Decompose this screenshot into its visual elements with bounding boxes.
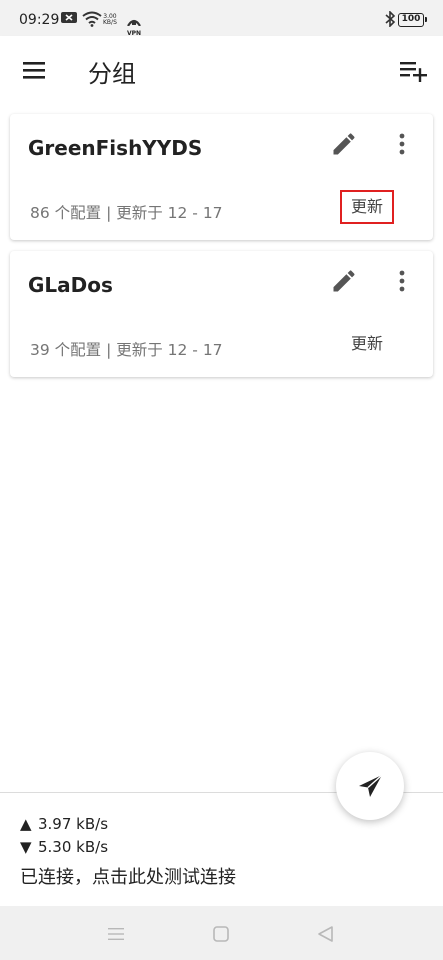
upload-speed: 3.97 kB/s bbox=[38, 815, 109, 833]
playlist-add-icon bbox=[400, 62, 427, 83]
group-meta: 39 个配置 | 更新于 12 - 17 bbox=[30, 341, 223, 359]
nav-back-button[interactable] bbox=[316, 924, 336, 944]
wifi-icon bbox=[82, 11, 102, 27]
net-speed-indicator: 3.00 KB/S bbox=[103, 14, 117, 26]
nav-home-button[interactable] bbox=[211, 924, 231, 944]
group-meta: 86 个配置 | 更新于 12 - 17 bbox=[30, 204, 223, 222]
more-options-button[interactable] bbox=[392, 130, 412, 158]
add-group-button[interactable] bbox=[399, 58, 429, 83]
edit-group-button[interactable] bbox=[330, 130, 358, 158]
pencil-icon bbox=[333, 270, 355, 292]
status-bar: 09:29 3.00 KB/S VPN 100 bbox=[0, 0, 443, 37]
bluetooth-icon bbox=[385, 11, 396, 27]
edit-group-button[interactable] bbox=[330, 267, 358, 295]
pencil-icon bbox=[333, 133, 355, 155]
more-vert-icon bbox=[399, 133, 405, 155]
battery-indicator: 100 bbox=[398, 13, 427, 27]
upload-speed-row: ▲ 3.97 kB/s bbox=[20, 815, 108, 833]
download-speed-row: ▼ 5.30 kB/s bbox=[20, 838, 108, 856]
connect-fab[interactable] bbox=[336, 752, 404, 820]
upload-arrow-icon: ▲ bbox=[20, 815, 32, 833]
system-nav-bar bbox=[0, 906, 443, 960]
net-speed-unit: KB/S bbox=[103, 19, 117, 26]
recent-apps-icon bbox=[108, 928, 124, 940]
nav-menu-button[interactable] bbox=[106, 924, 126, 944]
menu-button[interactable] bbox=[22, 58, 48, 82]
download-arrow-icon: ▼ bbox=[20, 838, 32, 856]
group-list: GreenFishYYDS 86 个配置 | 更新于 12 - 17 更新 GL… bbox=[0, 104, 443, 792]
status-time: 09:29 bbox=[19, 12, 60, 28]
group-name: GLaDos bbox=[28, 273, 113, 297]
group-card[interactable]: GreenFishYYDS 86 个配置 | 更新于 12 - 17 更新 bbox=[10, 114, 433, 240]
vpn-indicator: VPN bbox=[125, 11, 143, 37]
vpn-key-icon bbox=[127, 19, 141, 27]
update-button[interactable]: 更新 bbox=[340, 190, 394, 224]
update-button[interactable]: 更新 bbox=[340, 327, 394, 361]
more-options-button[interactable] bbox=[392, 267, 412, 295]
page-title: 分组 bbox=[88, 60, 136, 88]
send-paper-plane-icon bbox=[359, 774, 383, 797]
home-square-icon bbox=[213, 926, 229, 942]
notification-icon bbox=[61, 12, 77, 23]
more-vert-icon bbox=[399, 270, 405, 292]
app-bar: 分组 bbox=[0, 36, 443, 104]
group-card[interactable]: GLaDos 39 个配置 | 更新于 12 - 17 更新 bbox=[10, 251, 433, 377]
back-triangle-icon bbox=[318, 926, 333, 942]
connection-status[interactable]: 已连接，点击此处测试连接 bbox=[20, 863, 236, 889]
download-speed: 5.30 kB/s bbox=[38, 838, 109, 856]
group-name: GreenFishYYDS bbox=[28, 136, 203, 160]
hamburger-menu-icon bbox=[23, 62, 45, 79]
